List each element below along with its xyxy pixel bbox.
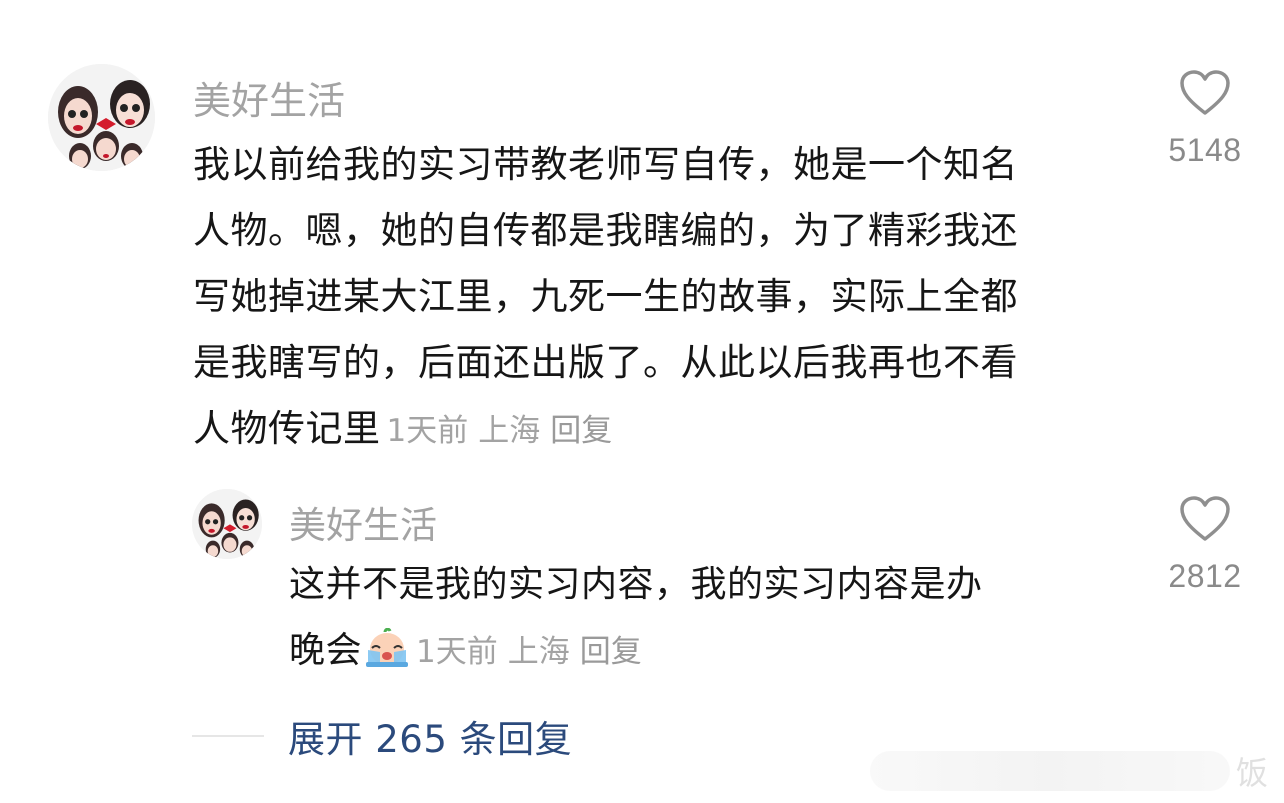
comment-line: 写她掉进某大江里，九死一生的故事，实际上全都 [193, 275, 1018, 318]
reply-body: 这并不是我的实习内容，我的实习内容是办 晚会 1天前 上海 回复 [289, 552, 983, 690]
comment-line: 我以前给我的实习带教老师写自传，她是一个知名 [193, 143, 1018, 186]
heart-outline-icon [1180, 70, 1230, 115]
like-count: 5148 [1168, 132, 1242, 168]
avatar[interactable] [48, 64, 155, 171]
comment-time: 1天前 [386, 413, 469, 449]
reply-button[interactable]: 回复 [580, 634, 642, 670]
expand-replies-link[interactable]: 展开 265 条回复 [288, 709, 572, 763]
comment-line: 晚会 [289, 630, 363, 671]
reply-button[interactable]: 回复 [550, 413, 612, 449]
reply-username[interactable]: 美好生活 [289, 495, 437, 549]
comment-meta: 1天前 上海 回复 [387, 413, 623, 449]
comment-username[interactable]: 美好生活 [193, 70, 345, 125]
avatar[interactable] [192, 489, 262, 559]
watermark-text: 饭 [1236, 754, 1269, 792]
watermark: 饭 [870, 748, 1268, 794]
comment-location: 上海 [478, 413, 541, 449]
comment-line: 这并不是我的实习内容，我的实习内容是办 [289, 564, 983, 605]
comment-line: 人物传记里 [193, 407, 381, 450]
expand-replies-row: 展开 265 条回复 [192, 709, 572, 763]
comment-body: 我以前给我的实习带教老师写自传，她是一个知名 人物。嗯，她的自传都是我瞎编的，为… [193, 132, 1018, 464]
comment-location: 上海 [507, 634, 570, 670]
crying-face-emoji [364, 624, 410, 690]
like-button[interactable]: 2812 [1160, 496, 1250, 595]
comment-time: 1天前 [416, 634, 498, 670]
comment-last-line: 人物传记里 1天前 上海 回复 [193, 396, 1018, 464]
comment-meta: 1天前 上海 回复 [416, 634, 652, 670]
comment-line: 是我瞎写的，后面还出版了。从此以后我再也不看 [193, 341, 1018, 384]
heart-outline-icon [1180, 496, 1230, 541]
divider [192, 735, 264, 737]
like-button[interactable]: 5148 [1160, 70, 1250, 169]
comment-line: 人物。嗯，她的自传都是我瞎编的，为了精彩我还 [193, 209, 1018, 252]
comment-last-line: 晚会 1天前 上海 回复 [289, 618, 983, 690]
watermark-logo [870, 751, 1230, 791]
like-count: 2812 [1168, 558, 1242, 594]
